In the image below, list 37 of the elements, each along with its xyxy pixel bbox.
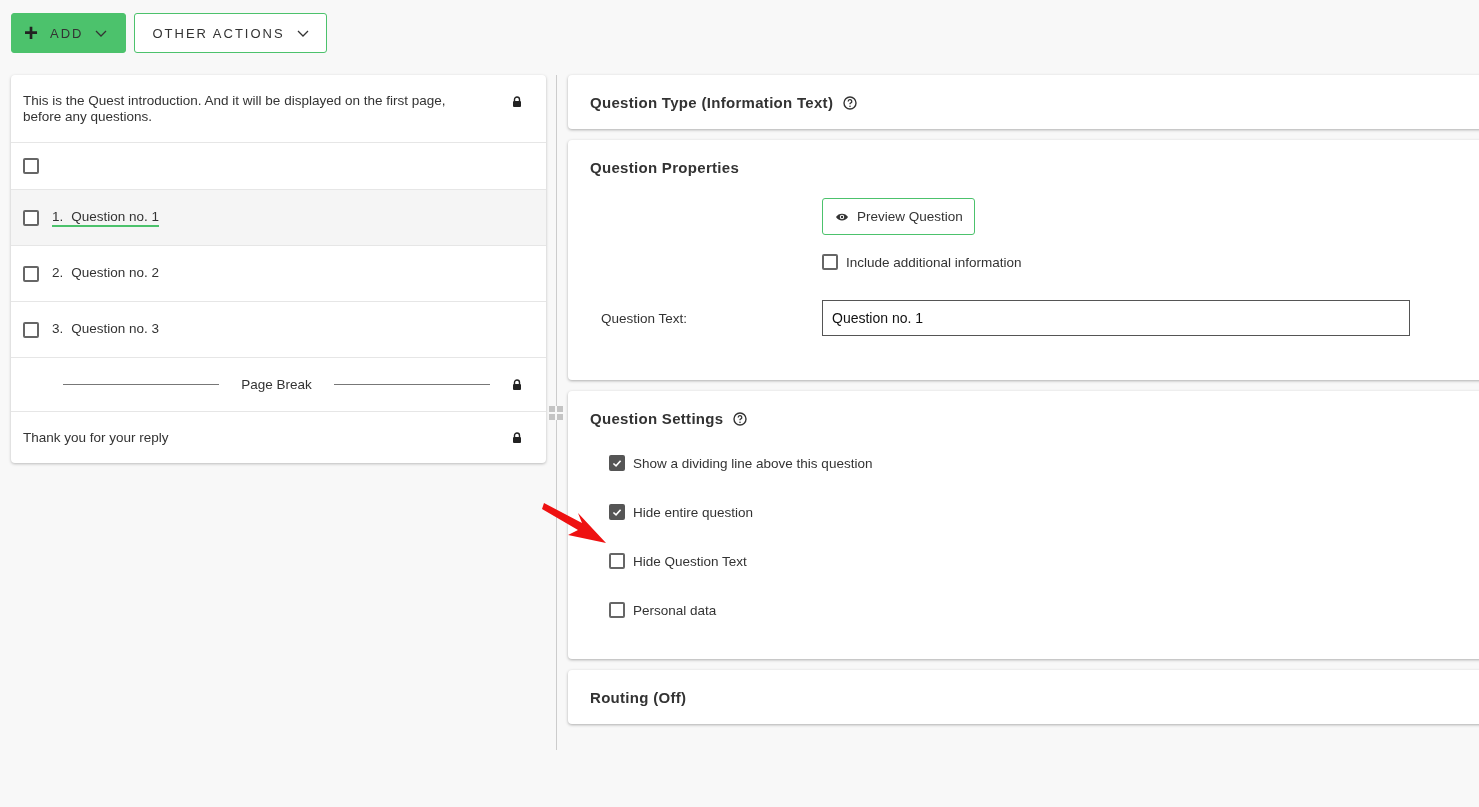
question-row[interactable]: 2. Question no. 2 — [11, 246, 546, 302]
checkbox[interactable] — [609, 455, 625, 471]
section-title: Question Properties — [590, 159, 740, 176]
checkbox[interactable] — [822, 254, 838, 270]
checkbox-label: Hide entire question — [633, 504, 754, 520]
section-title: Question Type (Information Text) — [590, 94, 834, 111]
checkbox-label: Show a dividing line above this question — [633, 455, 873, 471]
checkbox[interactable] — [23, 321, 39, 338]
grip-icon[interactable] — [549, 406, 563, 420]
help-icon — [843, 95, 858, 110]
chevron-down-icon — [296, 29, 309, 37]
checkbox-label: Personal data — [633, 602, 717, 618]
question-link[interactable]: 3. Question no. 3 — [52, 320, 160, 339]
chevron-down-icon — [95, 29, 108, 37]
field-label: Question Text: — [601, 310, 689, 326]
question-row[interactable]: 3. Question no. 3 — [11, 302, 546, 358]
checkbox[interactable] — [609, 602, 625, 618]
checkbox[interactable] — [23, 158, 39, 174]
checkbox-label: Hide Question Text — [633, 553, 747, 569]
add-button[interactable]: + ADD — [11, 13, 127, 53]
introduction-text: This is the Quest introduction. And it will be displayed on the first page, before any questions. — [23, 93, 447, 125]
checkbox[interactable] — [23, 265, 39, 282]
closing-text: Thank you for your reply — [23, 429, 170, 446]
question-link[interactable]: 1. Question no. 1 — [52, 208, 160, 227]
section-title: Routing (Off) — [590, 689, 687, 706]
question-link[interactable]: 2. Question no. 2 — [52, 264, 160, 283]
checkbox[interactable] — [609, 504, 625, 520]
other-actions-button[interactable]: OTHER ACTIONS — [134, 13, 327, 53]
question-row[interactable]: 1. Question no. 1 — [11, 190, 546, 246]
question-text-field[interactable]: Question no. 1 — [822, 300, 1410, 336]
section-title: Question Settings — [590, 410, 724, 427]
page-break-label: Page Break — [241, 377, 312, 392]
help-icon — [733, 411, 748, 426]
checkbox-label: Include additional information — [846, 254, 1022, 270]
checkbox[interactable] — [609, 553, 625, 569]
checkbox[interactable] — [23, 209, 39, 226]
preview-question-button[interactable]: Preview Question — [822, 198, 975, 235]
